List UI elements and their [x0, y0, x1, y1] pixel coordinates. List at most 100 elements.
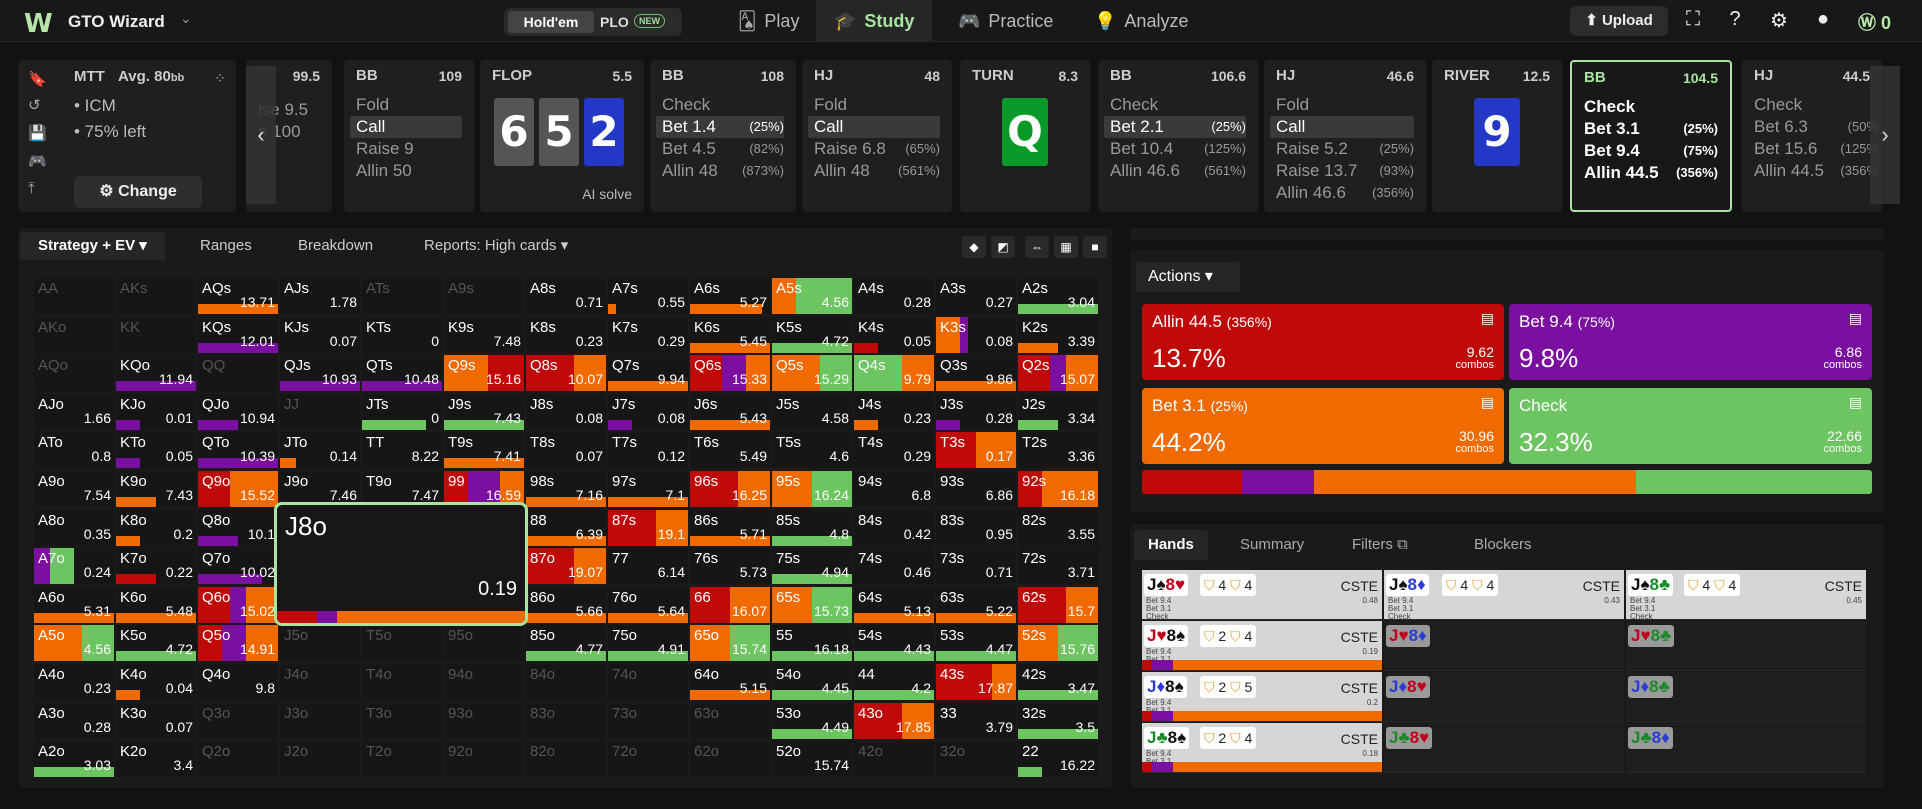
hand-cell[interactable]: Q9s 15.16 [444, 355, 524, 392]
hand-cell[interactable]: QJs 10.93 [280, 355, 360, 392]
hand-cell[interactable]: T9s 7.41 [444, 432, 524, 469]
hand-cell[interactable]: 22 16.22 [1018, 741, 1098, 778]
hand-cell[interactable]: Q5o 14.91 [198, 625, 278, 662]
hand-cell[interactable]: T3o [362, 702, 442, 739]
hand-cell[interactable]: 54o 4.45 [772, 664, 852, 700]
chevron-right-icon[interactable]: › [1870, 66, 1900, 204]
hand-cell[interactable]: Q8o 10.1 [198, 509, 278, 546]
tab-filters[interactable]: Filters ⧉ [1352, 530, 1408, 560]
hand-cell[interactable]: K5o 4.72 [116, 625, 196, 662]
hand-cell[interactable]: A3o 0.28 [34, 702, 114, 739]
logo[interactable]: W [24, 9, 53, 39]
hand-cell[interactable]: 42s 3.47 [1018, 664, 1098, 700]
hand-cell[interactable]: K9s 7.48 [444, 316, 524, 353]
view-grid-icon[interactable]: ▦ [1054, 236, 1078, 258]
hand-cell[interactable]: 73s 0.71 [936, 548, 1016, 585]
hand-cell[interactable]: 83s 0.95 [936, 509, 1016, 546]
hand-combo-row[interactable]: J♠8♦ ⛉ 4 ⛉ 4 CSTE Bet 9.4 Bet 3.1 Check 0.43 [1384, 570, 1624, 621]
hand-cell[interactable]: 76s 5.73 [690, 548, 770, 585]
node-action[interactable]: Raise 6.8 (65%) [814, 138, 940, 160]
hand-cell[interactable]: J2o [280, 741, 360, 778]
scan-icon[interactable]: ⛶ [1680, 8, 1706, 31]
hand-cell[interactable]: 65s 15.73 [772, 586, 852, 623]
hand-cell[interactable]: QJo 10.94 [198, 393, 278, 430]
hand-cell[interactable]: T6s 5.49 [690, 432, 770, 469]
hand-cell[interactable]: 65o 15.74 [690, 625, 770, 662]
hand-cell[interactable]: K2s 3.39 [1018, 316, 1098, 353]
node-action[interactable]: Raise 13.7 (93%) [1276, 160, 1414, 182]
hand-cell[interactable]: K6o 5.48 [116, 586, 196, 623]
tree-node[interactable]: FLOP 5.5 6 5 2 AI solve [480, 60, 644, 212]
hand-cell[interactable]: K4s 0.05 [854, 316, 934, 353]
hand-cell[interactable]: 74s 0.46 [854, 548, 934, 585]
node-action[interactable]: Bet 1.4 (25%) [656, 116, 784, 138]
node-action[interactable]: Allin 50 [356, 160, 462, 182]
hand-cell[interactable]: 94s 6.8 [854, 471, 934, 507]
hand-cell[interactable]: AQs 13.71 [198, 278, 278, 314]
node-action[interactable]: Check [662, 94, 784, 116]
hand-cell[interactable]: 77 6.14 [608, 548, 688, 585]
actions-dropdown[interactable]: Actions ▾ [1136, 262, 1240, 292]
tree-node[interactable]: RIVER 12.5 9 [1432, 60, 1562, 212]
hand-cell[interactable]: 64s 5.13 [854, 586, 934, 623]
tab-reports[interactable]: Reports: High cards ▾ [424, 232, 568, 260]
node-action[interactable]: Allin 46.6 (356%) [1276, 182, 1414, 204]
tab-blockers[interactable]: Blockers [1474, 530, 1532, 560]
note-icon[interactable]: ▤ [1481, 394, 1494, 411]
hand-combo-row[interactable]: J♠8♣ ⛉ 4 ⛉ 4 CSTE Bet 9.4 Bet 3.1 Check 0.45 [1626, 570, 1866, 621]
node-action[interactable]: Check [1584, 96, 1718, 118]
node-action[interactable]: Bet 4.5 (82%) [662, 138, 784, 160]
hand-cell[interactable]: 32o [936, 741, 1016, 778]
hand-cell[interactable]: T4s 0.29 [854, 432, 934, 469]
hand-cell[interactable]: 42o [854, 741, 934, 778]
hand-cell[interactable]: K3o 0.07 [116, 702, 196, 739]
hand-cell[interactable]: A8s 0.71 [526, 278, 606, 314]
hand-cell[interactable]: A4o 0.23 [34, 664, 114, 700]
hand-cell[interactable]: KK [116, 316, 196, 353]
node-action[interactable]: Raise 9 [356, 138, 462, 160]
hand-cell[interactable]: J4s 0.23 [854, 393, 934, 430]
hand-cell[interactable]: QTs 10.48 [362, 355, 442, 392]
change-button[interactable]: ⚙ Change [74, 176, 202, 208]
node-action[interactable]: Allin 44.5 (356%) [1584, 162, 1718, 184]
hand-cell[interactable]: 72s 3.71 [1018, 548, 1098, 585]
chevron-left-icon[interactable]: ‹ [246, 66, 276, 204]
hand-cell[interactable]: A6o 5.31 [34, 586, 114, 623]
hand-cell[interactable]: T2s 3.36 [1018, 432, 1098, 469]
hand-cell[interactable]: 85o 4.77 [526, 625, 606, 662]
hand-cell[interactable]: KTo 0.05 [116, 432, 196, 469]
hand-cell[interactable]: TT 8.22 [362, 432, 442, 469]
view-3d-icon[interactable]: ◆ [962, 236, 986, 258]
hand-cell[interactable]: K3s 0.08 [936, 316, 1016, 353]
hand-cell[interactable]: A2s 3.04 [1018, 278, 1098, 314]
hand-cell[interactable]: Q3s 9.86 [936, 355, 1016, 392]
hand-cell[interactable]: K6s 5.45 [690, 316, 770, 353]
ai-solve-button[interactable]: AI solve [582, 186, 632, 202]
hand-cell[interactable]: Q9o 15.52 [198, 471, 278, 507]
hand-cell[interactable]: 95s 16.24 [772, 471, 852, 507]
note-icon[interactable]: ▤ [1849, 310, 1862, 327]
hand-cell[interactable]: A9o 7.54 [34, 471, 114, 507]
hand-cell[interactable]: T8s 0.07 [526, 432, 606, 469]
hand-cell[interactable]: JJ [280, 393, 360, 430]
hand-cell[interactable]: 63s 5.22 [936, 586, 1016, 623]
hand-cell[interactable]: A5o 4.56 [34, 625, 114, 662]
upload-button[interactable]: ⬆ Upload [1570, 6, 1668, 36]
node-action[interactable]: Allin 44.5 (356% [1754, 160, 1878, 182]
hand-cell[interactable]: K5s 4.72 [772, 316, 852, 353]
hand-cell[interactable]: J8s 0.08 [526, 393, 606, 430]
hand-combo-row[interactable]: J♦8♥ [1384, 672, 1624, 722]
gear-icon[interactable]: ⚙ [1766, 8, 1792, 33]
tab-summary[interactable]: Summary [1240, 530, 1304, 560]
node-action[interactable]: Fold [814, 94, 940, 116]
hand-cell[interactable]: 53s 4.47 [936, 625, 1016, 662]
tree-node[interactable]: HJ 46.6 Fold Call Raise 5.2 (25%) Raise 13.7 (9… [1264, 60, 1426, 212]
hand-cell[interactable]: 43s 17.87 [936, 664, 1016, 700]
node-action[interactable]: Allin 46.6 (561%) [1110, 160, 1246, 182]
hand-cell[interactable]: K8s 0.23 [526, 316, 606, 353]
view-compact-icon[interactable]: ⇔ [1025, 236, 1049, 258]
selected-hand-popup[interactable]: J8o 0.19 [274, 502, 528, 626]
hand-cell[interactable]: J3o [280, 702, 360, 739]
hand-cell[interactable]: ATs [362, 278, 442, 314]
hand-cell[interactable]: T2o [362, 741, 442, 778]
